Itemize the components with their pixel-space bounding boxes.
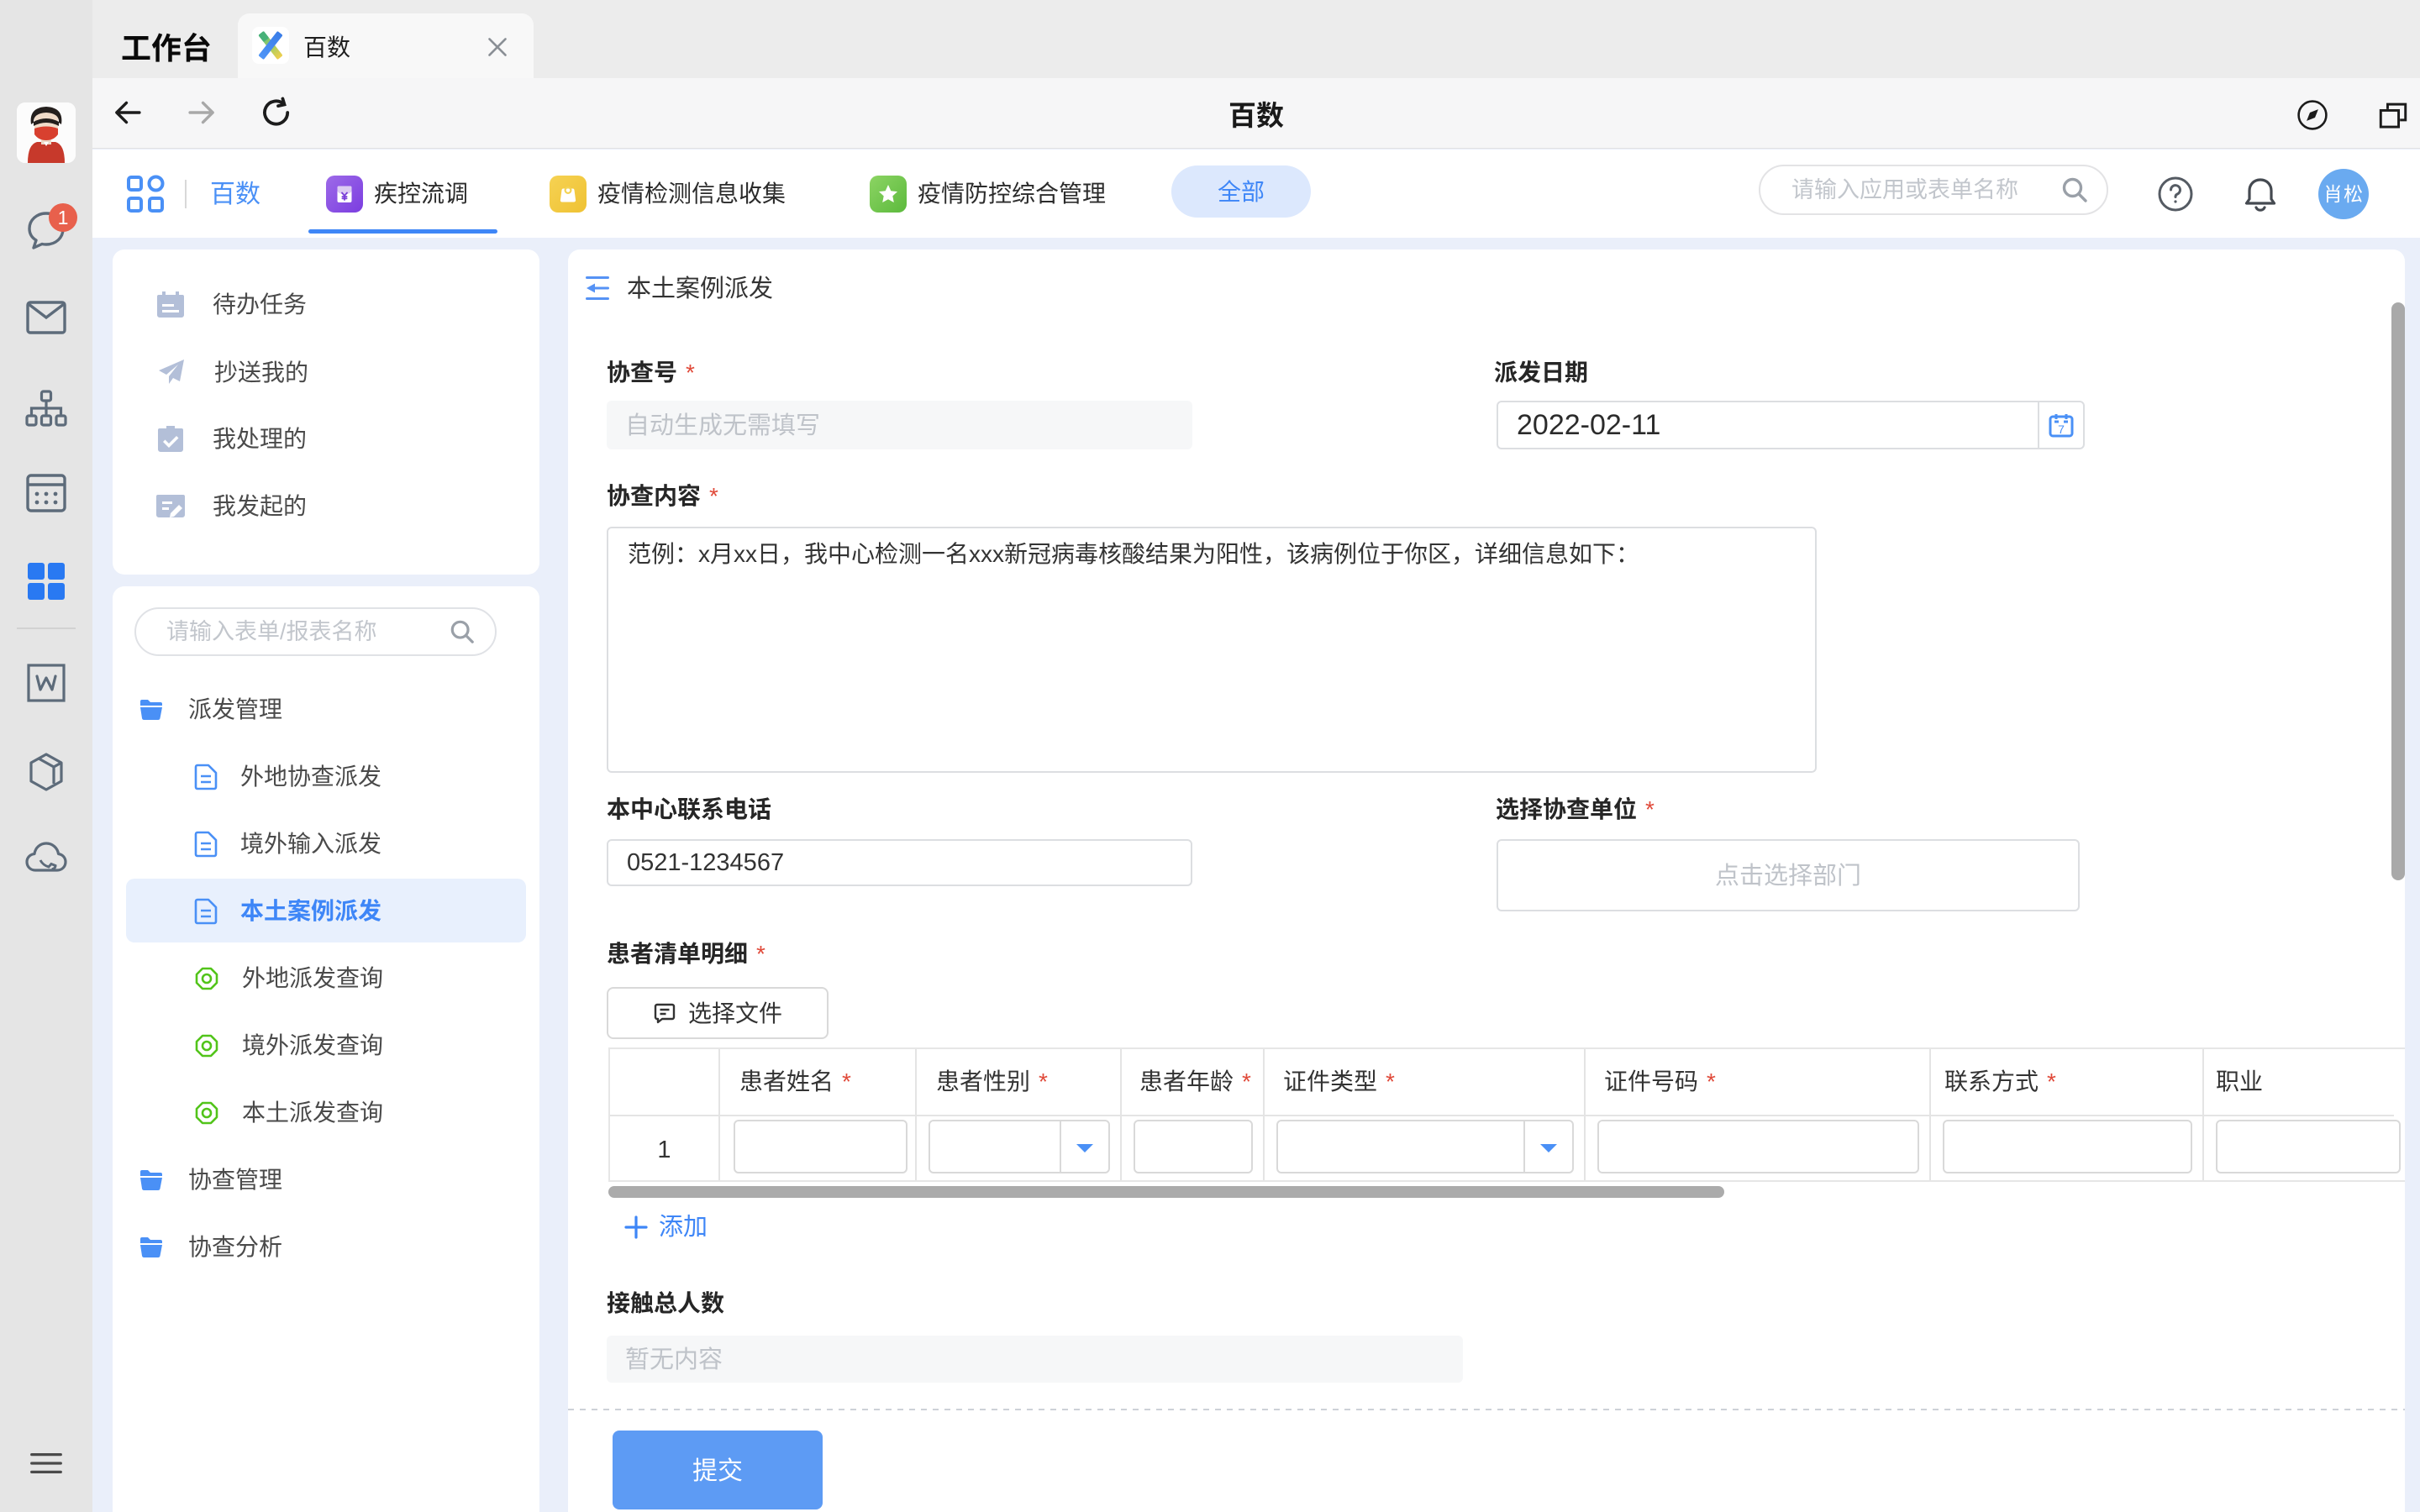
svg-text:7: 7 bbox=[2058, 423, 2065, 436]
